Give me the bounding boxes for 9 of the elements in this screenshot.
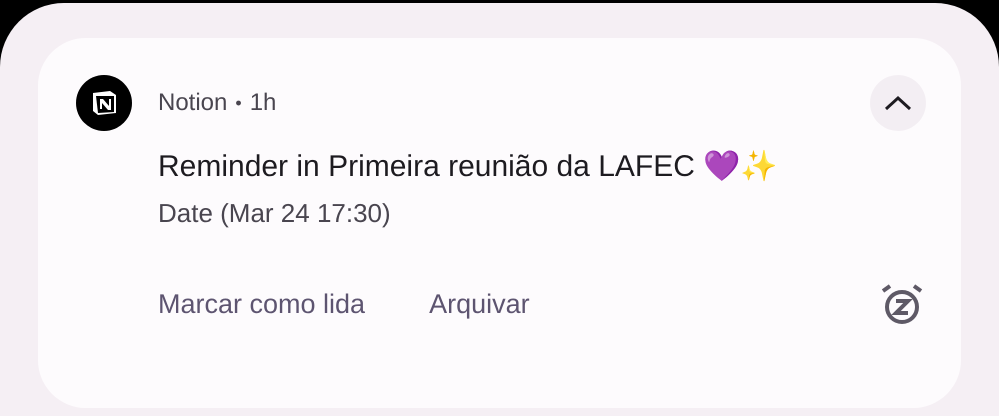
app-name: Notion	[158, 88, 228, 118]
app-logo-icon	[76, 75, 132, 131]
timestamp: 1h	[250, 88, 276, 118]
notification-title: Reminder in Primeira reunião da LAFEC 💜✨	[158, 149, 778, 185]
action-button[interactable]: Arquivar	[429, 284, 530, 324]
notification-body: Date (Mar 24 17:30)	[158, 197, 392, 230]
separator-dot: •	[235, 92, 242, 114]
action-button[interactable]: Marcar como lida	[158, 284, 366, 324]
chevron-up-icon	[884, 95, 912, 111]
